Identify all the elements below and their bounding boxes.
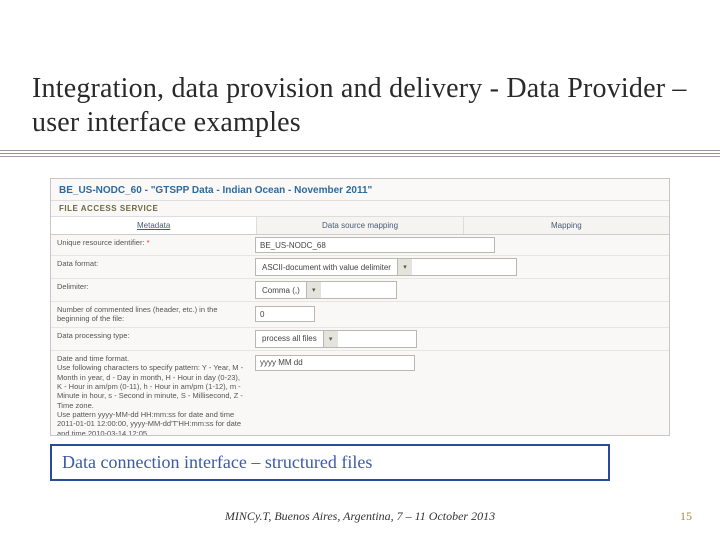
slide-title: Integration, data provision and delivery…: [32, 72, 700, 139]
chevron-down-icon: ▾: [306, 282, 321, 298]
label-commented-lines: Number of commented lines (header, etc.)…: [51, 302, 251, 327]
chevron-down-icon: ▾: [397, 259, 412, 275]
caption-box: Data connection interface – structured f…: [50, 444, 610, 481]
footer-text: MINCy.T, Buenos Aires, Argentina, 7 – 11…: [0, 509, 720, 524]
chevron-down-icon: ▾: [323, 331, 338, 347]
tab-bar: Metadata Data source mapping Mapping: [51, 217, 669, 235]
input-datetime-format[interactable]: [255, 355, 415, 371]
select-delimiter[interactable]: Comma (,) ▾: [255, 281, 397, 299]
page-number: 15: [680, 509, 692, 524]
ui-screenshot: BE_US-NODC_60 - "GTSPP Data - Indian Oce…: [50, 178, 670, 436]
label-delimiter: Delimiter:: [51, 279, 251, 301]
window-title: BE_US-NODC_60 - "GTSPP Data - Indian Oce…: [51, 179, 669, 201]
label-datetime-format: Date and time format. Use following char…: [51, 351, 251, 436]
row-processing-type: Data processing type: process all files …: [51, 328, 669, 351]
row-data-format: Data format: ASCII-document with value d…: [51, 256, 669, 279]
label-data-format: Data format:: [51, 256, 251, 278]
input-commented-lines[interactable]: [255, 306, 315, 322]
label-uri: Unique resource identifier: *: [51, 235, 251, 255]
tab-mapping[interactable]: Mapping: [464, 217, 669, 234]
label-processing-type: Data processing type:: [51, 328, 251, 350]
select-processing-type[interactable]: process all files ▾: [255, 330, 417, 348]
tab-metadata[interactable]: Metadata: [51, 217, 257, 234]
slide: Integration, data provision and delivery…: [0, 0, 720, 540]
tab-data-source-mapping[interactable]: Data source mapping: [257, 217, 463, 234]
row-datetime-format: Date and time format. Use following char…: [51, 351, 669, 436]
row-commented-lines: Number of commented lines (header, etc.)…: [51, 302, 669, 328]
row-unique-resource-id: Unique resource identifier: *: [51, 235, 669, 256]
input-uri[interactable]: [255, 237, 495, 253]
title-underline: [0, 150, 720, 157]
row-delimiter: Delimiter: Comma (,) ▾: [51, 279, 669, 302]
section-heading: FILE ACCESS SERVICE: [51, 201, 669, 217]
select-data-format[interactable]: ASCII-document with value delimiter ▾: [255, 258, 517, 276]
